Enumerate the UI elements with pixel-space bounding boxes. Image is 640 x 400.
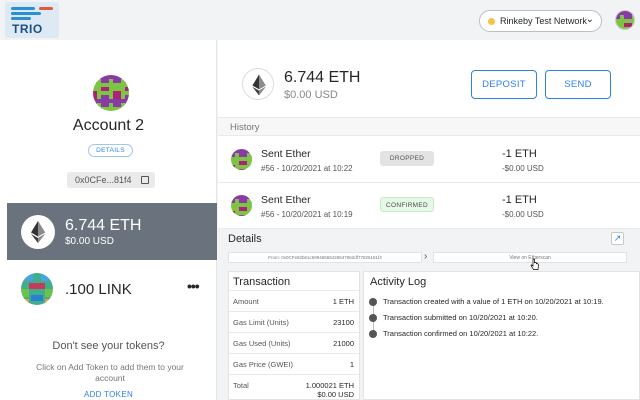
token-amount: .100 LINK [65, 281, 132, 298]
account-details-button[interactable]: DETAILS [88, 144, 133, 157]
tx-fiat: -$0.00 USD [502, 210, 544, 219]
chevron-right-icon: › [424, 251, 428, 262]
chevron-down-icon: ⌄ [585, 14, 594, 25]
recipient-avatar [231, 195, 252, 216]
account-menu-avatar[interactable] [615, 10, 635, 30]
token-identicon [21, 273, 53, 305]
add-token-hint: Click on Add Token to add them to your a… [36, 362, 184, 383]
row-key: Gas Price (GWEI) [233, 360, 294, 369]
app-header: TRIO Rinkeby Test Network ⌄ [0, 0, 640, 40]
token-amount: 6.744 ETH [65, 217, 142, 234]
row-value: 21000 [333, 339, 354, 348]
tx-value: -1 ETH [502, 148, 537, 160]
copy-icon [141, 176, 149, 184]
breakdown-row: Gas Limit (Units) 23100 [229, 311, 359, 332]
tx-subtitle: #56 - 10/20/2021 at 10:22 [261, 164, 353, 173]
external-link-icon[interactable]: ↗ [611, 232, 624, 245]
transaction-row[interactable]: Sent Ether #56 - 10/20/2021 at 10:22 DRO… [218, 137, 640, 183]
row-value: 1.000021 ETH [305, 381, 354, 390]
network-selector[interactable]: Rinkeby Test Network ⌄ [479, 10, 602, 32]
copy-address-button[interactable]: 0x0CFe...81f4 [67, 172, 155, 188]
status-badge: CONFIRMED [380, 197, 434, 212]
address-text: 0x0CFe...81f4 [75, 175, 132, 185]
history-label: History [230, 122, 260, 133]
status-badge: DROPPED [380, 151, 434, 166]
tx-value: -1 ETH [502, 194, 537, 206]
transaction-row[interactable]: Sent Ether #56 - 10/20/2021 at 10:19 CON… [218, 183, 640, 229]
tx-fiat: -$0.00 USD [502, 164, 544, 173]
row-key: Gas Limit (Units) [233, 318, 289, 327]
tx-title: Sent Ether [261, 148, 311, 160]
timeline-dot-icon [369, 330, 377, 338]
network-name: Rinkeby Test Network [500, 16, 587, 26]
transaction-breakdown: Transaction Amount 1 ETH Gas Limit (Unit… [228, 271, 360, 400]
missing-tokens-heading: Don't see your tokens? [52, 340, 165, 352]
from-address[interactable]: From: 0x0CFe82b61c69946565429647962df778… [228, 252, 422, 263]
breakdown-title: Transaction [233, 276, 291, 288]
tx-title: Sent Ether [261, 194, 311, 206]
account-avatar [93, 75, 129, 111]
trio-logo[interactable]: TRIO [5, 2, 59, 38]
history-header: History [218, 117, 640, 136]
row-value: 1 ETH [332, 297, 354, 306]
breakdown-total-row: Total 1.000021 ETH $0.00 USD [229, 374, 359, 400]
timeline-dot-icon [369, 314, 377, 322]
row-key: Gas Used (Units) [233, 339, 291, 348]
activity-text: Transaction submitted on 10/20/2021 at 1… [383, 313, 538, 322]
token-item-link[interactable]: .100 LINK ••• [0, 272, 217, 312]
row-key: Total [233, 381, 249, 390]
activity-title: Activity Log [370, 276, 427, 288]
activity-text: Transaction confirmed on 10/20/2021 at 1… [383, 329, 539, 338]
account-sidebar: Account 2 DETAILS 0x0CFe...81f4 6.744 ET… [0, 40, 217, 400]
pointer-cursor-icon [530, 258, 539, 270]
row-value-fiat: $0.00 USD [317, 390, 354, 399]
token-item-eth[interactable]: 6.744 ETH $0.00 USD [7, 203, 217, 260]
account-name: Account 2 [72, 117, 145, 134]
recipient-avatar [231, 149, 252, 170]
tx-subtitle: #56 - 10/20/2021 at 10:19 [261, 210, 353, 219]
timeline-dot-icon [369, 298, 377, 306]
logo-text: TRIO [12, 22, 43, 36]
row-value: 23100 [333, 318, 354, 327]
wallet-main: 6.744 ETH $0.00 USD DEPOSIT SEND History… [218, 40, 640, 400]
network-status-dot [488, 18, 495, 25]
balance-amount: 6.744 ETH [284, 69, 361, 86]
breakdown-row: Amount 1 ETH [229, 290, 359, 311]
balance-fiat: $0.00 USD [284, 89, 338, 101]
ethereum-icon [242, 68, 274, 100]
activity-log: Activity Log Transaction created with a … [363, 271, 640, 400]
ethereum-icon [21, 215, 55, 249]
row-key: Amount [233, 297, 259, 306]
send-button[interactable]: SEND [545, 70, 611, 99]
more-dots-icon[interactable]: ••• [187, 278, 200, 294]
row-value: 1 [349, 360, 354, 369]
breakdown-row: Gas Price (GWEI) 1 [229, 353, 359, 374]
details-title: Details [228, 233, 262, 245]
activity-text: Transaction created with a value of 1 ET… [383, 297, 604, 306]
token-fiat: $0.00 USD [65, 236, 114, 247]
deposit-button[interactable]: DEPOSIT [471, 70, 537, 99]
breakdown-row: Gas Used (Units) 21000 [229, 332, 359, 353]
add-token-link[interactable]: ADD TOKEN [0, 390, 217, 399]
tx-details-section: Details ↗ From: 0x0CFe82b61c699465654296… [218, 229, 640, 400]
